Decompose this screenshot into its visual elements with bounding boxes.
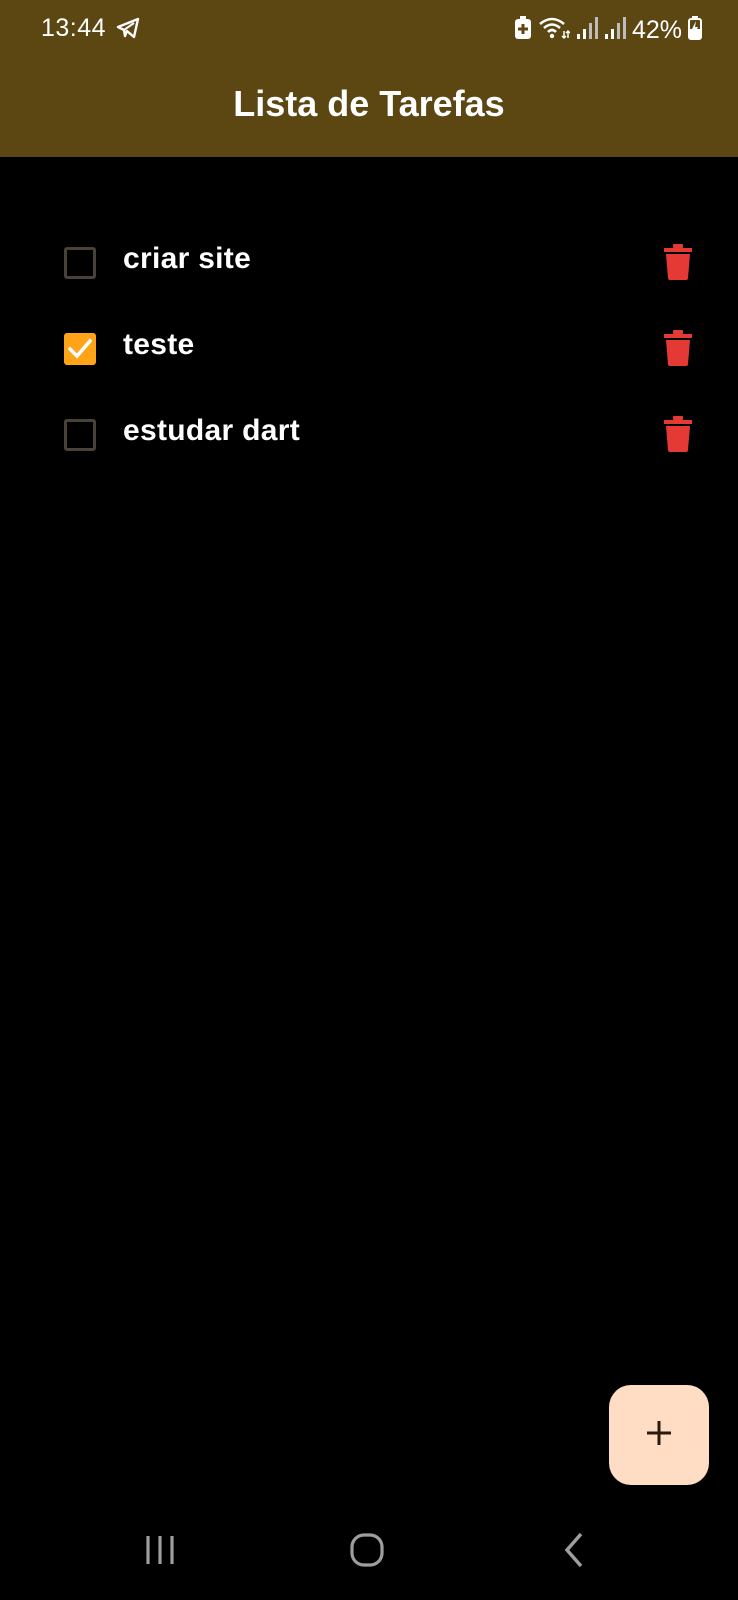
signal-icon (604, 16, 626, 45)
telegram-icon (116, 16, 140, 40)
list-item: estudar dart (0, 392, 738, 478)
wifi-icon (538, 16, 571, 45)
task-label: estudar dart (123, 414, 300, 447)
status-icons: 42% (514, 14, 702, 46)
trash-icon[interactable] (664, 330, 692, 366)
status-bar: 13:44 42% (0, 0, 738, 60)
task-checkbox[interactable] (64, 333, 96, 365)
task-label: criar site (123, 242, 252, 275)
battery-icon (688, 15, 702, 45)
app-screen: 13:44 42% Lista de Tarefas criar site te… (0, 0, 738, 1600)
plus-icon (645, 1419, 673, 1452)
status-time: 13:44 (41, 14, 107, 42)
battery-saver-icon (514, 15, 532, 45)
app-bar: Lista de Tarefas (0, 60, 738, 157)
back-icon[interactable] (555, 1530, 595, 1570)
signal-icon (576, 16, 598, 45)
battery-percent: 42% (631, 15, 682, 44)
add-task-button[interactable] (609, 1385, 709, 1485)
list-item: teste (0, 306, 738, 392)
system-nav-bar (0, 1500, 738, 1600)
page-title: Lista de Tarefas (233, 82, 505, 124)
task-checkbox[interactable] (64, 247, 96, 279)
task-checkbox[interactable] (64, 419, 96, 451)
trash-icon[interactable] (664, 244, 692, 280)
home-icon[interactable] (347, 1530, 387, 1570)
list-item: criar site (0, 220, 738, 306)
task-label: teste (123, 328, 195, 361)
trash-icon[interactable] (664, 416, 692, 452)
recent-apps-icon[interactable] (140, 1530, 180, 1570)
task-list: criar site teste estudar dart (0, 220, 738, 478)
